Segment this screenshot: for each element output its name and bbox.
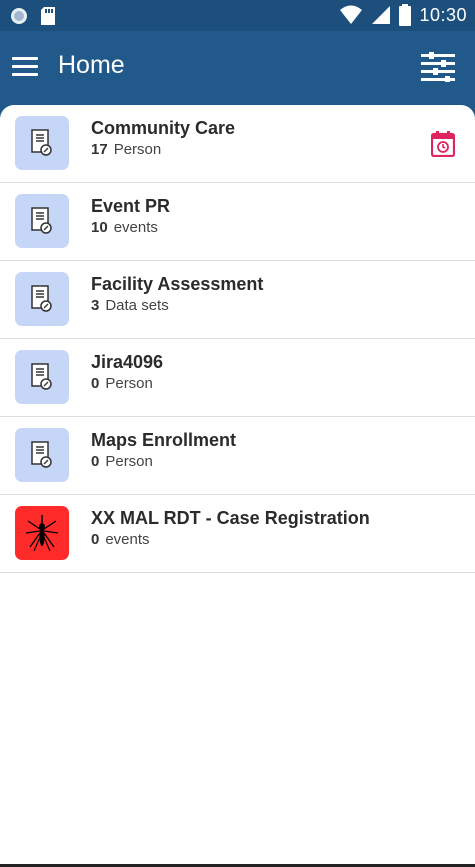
program-list: Community Care 17 Person Event PR 10 eve… [0,105,475,867]
program-form-icon [15,428,69,482]
program-subtitle: 17 Person [91,141,161,158]
program-unit: events [113,219,158,236]
page-title: Home [58,51,125,79]
program-unit: Person [105,375,153,392]
signal-icon [372,6,391,24]
app-bar: Home [0,31,475,106]
program-count: 0 [91,453,100,470]
program-unit: Data sets [105,297,169,314]
program-form-icon [15,194,69,248]
program-title: XX MAL RDT - Case Registration [91,508,370,528]
program-subtitle: 0 events [91,531,150,548]
status-bar: 10:30 [0,0,475,31]
program-row[interactable]: Community Care 17 Person [0,105,475,183]
program-count: 0 [91,375,100,392]
program-unit: Person [113,141,162,158]
calendar-alarm-icon[interactable] [431,131,455,157]
program-subtitle: 0 Person [91,453,153,470]
program-title: Event PR [91,196,171,216]
program-subtitle: 10 events [91,219,158,236]
program-count: 0 [91,531,100,548]
program-count: 17 [91,141,108,158]
wifi-icon [340,5,363,24]
program-row[interactable]: Facility Assessment 3 Data sets [0,261,475,339]
hamburger-menu-icon[interactable] [12,57,38,77]
program-subtitle: 0 Person [91,375,153,392]
program-form-icon [15,350,69,404]
program-count: 3 [91,297,100,314]
program-row[interactable]: Maps Enrollment 0 Person [0,417,475,495]
clock-time: 10:30 [419,4,467,25]
program-title: Jira4096 [91,352,164,372]
program-form-icon [15,116,69,170]
filter-sliders-icon[interactable] [421,52,455,82]
program-title: Community Care [91,118,236,138]
program-unit: Person [105,453,153,470]
program-title: Maps Enrollment [91,430,237,450]
screen: 10:30 Home Community Care 17 Person Even… [0,0,475,867]
notification-dot-icon [11,8,27,24]
status-right-icons: 10:30 [339,4,467,26]
program-row[interactable]: Event PR 10 events [0,183,475,261]
battery-icon [399,4,412,26]
status-left-icons [10,6,56,26]
program-row[interactable]: XX MAL RDT - Case Registration 0 events [0,495,475,573]
program-title: Facility Assessment [91,274,264,294]
program-subtitle: 3 Data sets [91,297,169,314]
program-form-icon [15,272,69,326]
program-unit: events [105,531,150,548]
mosquito-icon [15,506,69,560]
program-row[interactable]: Jira4096 0 Person [0,339,475,417]
program-count: 10 [91,219,108,236]
sd-card-icon [41,7,55,25]
